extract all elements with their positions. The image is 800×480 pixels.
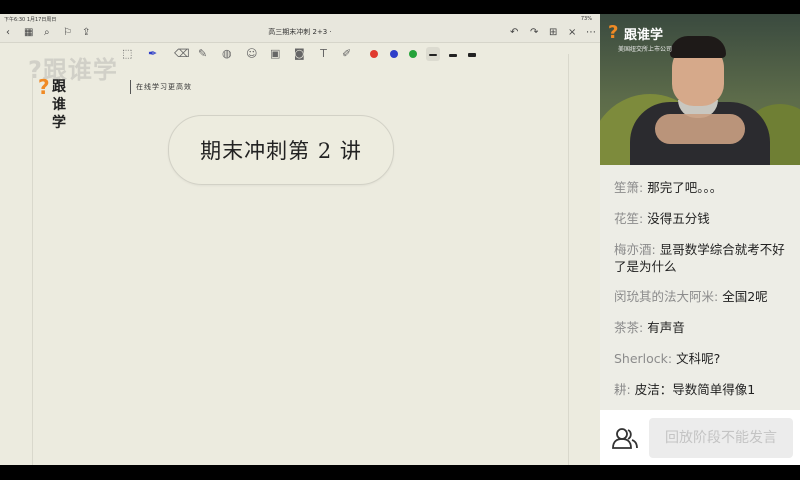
chat-text: 全国2呢 bbox=[718, 289, 768, 304]
teacher-hands bbox=[655, 114, 745, 144]
brand-mark: ? bbox=[38, 75, 50, 99]
stroke-medium[interactable] bbox=[449, 54, 457, 57]
participants-icon[interactable] bbox=[612, 427, 638, 449]
close-icon[interactable]: × bbox=[568, 26, 576, 40]
chat-message: Sherlock: 文科呢? bbox=[614, 350, 790, 367]
battery-level: 73% bbox=[580, 16, 592, 22]
top-black-band bbox=[0, 0, 800, 14]
page-margin-left bbox=[32, 74, 33, 465]
brush-icon[interactable]: ✐ bbox=[342, 47, 351, 61]
chat-message: 闵玧其的法大阿米: 全国2呢 bbox=[614, 288, 790, 305]
chat-username: Sherlock: bbox=[614, 351, 673, 366]
eraser-icon[interactable]: ⌫ bbox=[174, 47, 190, 61]
sticker-icon[interactable]: ☺ bbox=[246, 47, 257, 61]
more-icon[interactable]: ⋯ bbox=[586, 26, 596, 40]
chat-text: 文科呢? bbox=[672, 351, 721, 366]
teacher-video[interactable]: ? 跟谁学 美国纽交所上市公司 bbox=[600, 14, 800, 165]
teacher-hair bbox=[670, 36, 726, 58]
chat-text: 有声音 bbox=[643, 320, 685, 335]
page-margin-right bbox=[568, 54, 569, 465]
chat-input[interactable]: 回放阶段不能发言 bbox=[649, 418, 793, 458]
lecture-title: 期末冲刺第 2 讲 bbox=[168, 115, 394, 185]
chat-message: 茶茶: 有声音 bbox=[614, 319, 790, 336]
video-logo-sub: 美国纽交所上市公司 bbox=[618, 46, 673, 53]
chat-text: 那完了吧。。。 bbox=[643, 180, 723, 195]
stroke-thin[interactable] bbox=[429, 54, 437, 56]
chat-input-bar: 回放阶段不能发言 bbox=[600, 410, 800, 465]
chat-message: 耕: 皮洁：导数简单得像1 bbox=[614, 381, 790, 398]
brand-tagline: 在线学习更高效 bbox=[136, 83, 192, 91]
bottom-black-band bbox=[0, 465, 800, 480]
brand-name: 跟谁学 bbox=[52, 79, 66, 131]
chat-text: 皮洁：导数简单得像1 bbox=[630, 382, 756, 397]
undo-icon[interactable]: ↶ bbox=[510, 26, 518, 40]
text-icon[interactable]: Ｔ bbox=[318, 47, 329, 61]
camera-icon[interactable]: ◙ bbox=[294, 47, 305, 61]
chat-username: 茶茶: bbox=[614, 320, 644, 335]
highlighter-icon[interactable]: ✎ bbox=[198, 47, 207, 61]
chat-message: 梅亦酒: 显哥数学综合就考不好了是为什么 bbox=[614, 241, 790, 275]
color-red-swatch[interactable] bbox=[370, 50, 378, 58]
chat-username: 笙箫: bbox=[614, 180, 644, 195]
drawing-toolbar: ⬚ ✒ ⌫ ✎ ◍ ☺ ▣ ◙ Ｔ ✐ bbox=[110, 44, 490, 64]
chat-panel: 笙箫: 那完了吧。。。 花笙: 没得五分钱 梅亦酒: 显哥数学综合就考不好了是为… bbox=[600, 165, 800, 410]
add-page-icon[interactable]: ⊞ bbox=[549, 26, 557, 40]
stroke-thick[interactable] bbox=[468, 53, 476, 57]
pen-icon[interactable]: ✒ bbox=[148, 47, 157, 61]
nav-bar: ‹ ▦ ⌕ ⚐ ⇪ 高三期末冲刺 2+3 · ↶ ↷ ⊞ × ⋯ bbox=[0, 24, 600, 43]
color-blue-swatch[interactable] bbox=[390, 50, 398, 58]
video-logo-name: 跟谁学 bbox=[624, 28, 664, 43]
lasso-icon[interactable]: ⬚ bbox=[122, 47, 132, 61]
video-logo-mark: ? bbox=[608, 22, 619, 43]
color-green-swatch[interactable] bbox=[409, 50, 417, 58]
chat-username: 梅亦酒: bbox=[614, 242, 656, 257]
chat-message: 花笙: 没得五分钱 bbox=[614, 210, 790, 227]
logo-divider bbox=[130, 80, 131, 94]
shapes-icon[interactable]: ◍ bbox=[222, 47, 232, 61]
chat-username: 花笙: bbox=[614, 211, 644, 226]
status-time: 下午6:30 1月17日周日 bbox=[4, 17, 57, 23]
redo-icon[interactable]: ↷ bbox=[530, 26, 538, 40]
status-bar: 下午6:30 1月17日周日 73% bbox=[0, 14, 600, 24]
chat-username: 闵玧其的法大阿米: bbox=[614, 289, 719, 304]
video-logo: ? 跟谁学 美国纽交所上市公司 bbox=[608, 22, 672, 53]
chat-message: 笙箫: 那完了吧。。。 bbox=[614, 179, 790, 196]
chat-text: 没得五分钱 bbox=[643, 211, 710, 226]
chat-username: 耕: bbox=[614, 382, 631, 397]
image-icon[interactable]: ▣ bbox=[270, 47, 280, 61]
notes-app: 下午6:30 1月17日周日 73% ‹ ▦ ⌕ ⚐ ⇪ 高三期末冲刺 2+3 … bbox=[0, 14, 600, 465]
